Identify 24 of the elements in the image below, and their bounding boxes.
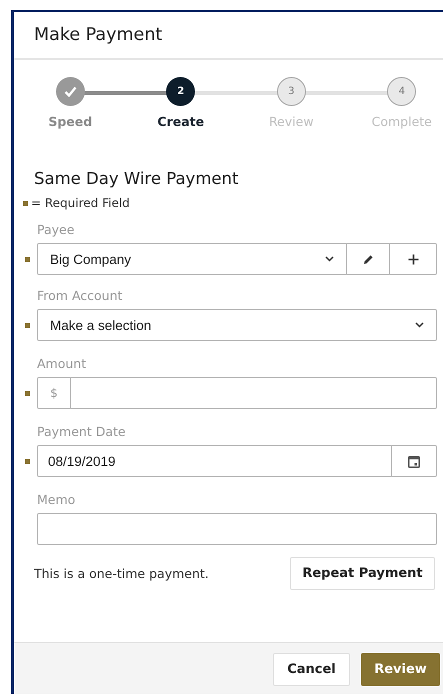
step-circle: 4	[387, 77, 416, 106]
step-label: Speed	[48, 114, 92, 129]
recurrence-text: This is a one-time payment.	[34, 566, 209, 581]
field-label: Memo	[37, 492, 76, 508]
required-legend: = Required Field	[31, 196, 130, 210]
required-marker	[23, 200, 28, 206]
repeat-payment-button[interactable]: Repeat Payment	[290, 557, 435, 590]
form-heading: Same Day Wire Payment	[34, 169, 240, 188]
field-label: Payment Date	[37, 424, 127, 440]
check-icon	[64, 86, 77, 97]
cancel-button[interactable]: Cancel	[273, 653, 350, 686]
select-field[interactable]: Make a selection	[38, 310, 436, 340]
step-circle: 2	[166, 77, 196, 106]
field-label: From Account	[37, 288, 124, 304]
step-circle: 3	[276, 77, 306, 106]
caret-icon	[414, 322, 424, 328]
memo-field[interactable]	[37, 513, 437, 545]
review-button[interactable]: Review	[361, 653, 440, 686]
field-label: Payee	[37, 222, 76, 238]
field-label: Amount	[37, 356, 88, 372]
step-label: Create	[157, 114, 204, 129]
dialog-title: Make Payment	[14, 12, 443, 60]
step-label: Review	[268, 114, 314, 129]
step-label: Complete	[372, 114, 432, 129]
